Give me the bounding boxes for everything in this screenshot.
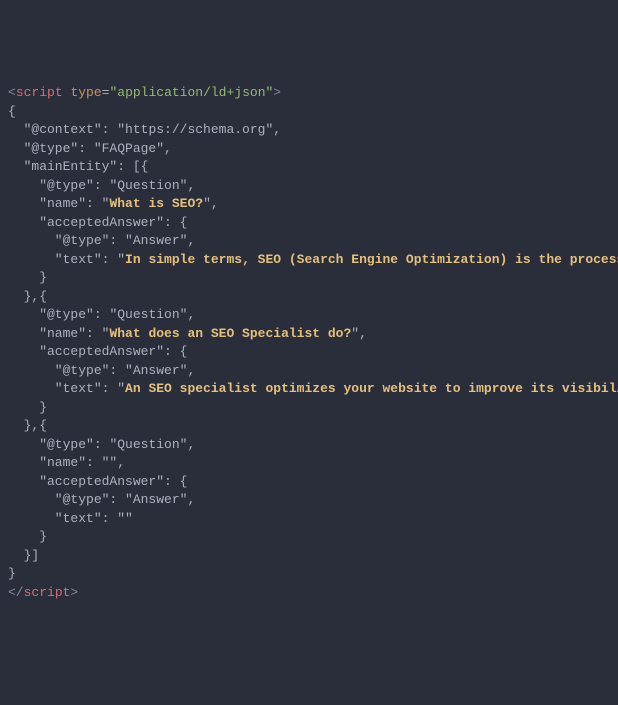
- open-angle: <: [8, 85, 16, 100]
- json-key: "name": [8, 455, 86, 470]
- json-key: "name": [8, 326, 86, 341]
- tag-name: script: [24, 585, 71, 600]
- code-line: }: [8, 529, 47, 544]
- json-key: "@type": [8, 307, 94, 322]
- json-key: "@type": [8, 363, 109, 378]
- code-line: },{: [8, 289, 47, 304]
- json-key: "@type": [8, 141, 78, 156]
- json-key: "acceptedAnswer": [8, 344, 164, 359]
- json-value: "Question": [109, 178, 187, 193]
- highlighted-text: What is SEO?: [109, 196, 203, 211]
- code-line: {: [8, 104, 16, 119]
- json-value: "": [102, 455, 118, 470]
- highlighted-text: What does an SEO Specialist do?: [109, 326, 351, 341]
- json-key: "text": [8, 252, 102, 267]
- json-value: "https://schema.org": [117, 122, 273, 137]
- json-key: "@type": [8, 437, 94, 452]
- attr-name: type: [70, 85, 101, 100]
- json-key: "acceptedAnswer": [8, 474, 164, 489]
- attr-value: "application/ld+json": [109, 85, 273, 100]
- json-key: "text": [8, 511, 102, 526]
- code-line: }: [8, 566, 16, 581]
- json-value: "Answer": [125, 233, 187, 248]
- json-value: "Question": [109, 307, 187, 322]
- json-key: "name": [8, 196, 86, 211]
- json-key: "text": [8, 381, 102, 396]
- code-line: }: [8, 400, 47, 415]
- close-open-angle: </: [8, 585, 24, 600]
- tag-name: script: [16, 85, 63, 100]
- close-angle: >: [273, 85, 281, 100]
- code-block: <script type="application/ld+json"> { "@…: [8, 84, 610, 602]
- json-value: "": [117, 511, 133, 526]
- json-value: "FAQPage": [94, 141, 164, 156]
- json-value: "Answer": [125, 492, 187, 507]
- json-value: "Answer": [125, 363, 187, 378]
- code-line: }]: [8, 548, 39, 563]
- code-line: }: [8, 270, 47, 285]
- json-key: "@type": [8, 233, 109, 248]
- json-key: "@type": [8, 178, 94, 193]
- json-key: "mainEntity": [8, 159, 117, 174]
- highlighted-text: An SEO specialist optimizes your website…: [125, 381, 618, 396]
- json-key: "@context": [8, 122, 102, 137]
- json-key: "acceptedAnswer": [8, 215, 164, 230]
- highlighted-text: In simple terms, SEO (Search Engine Opti…: [125, 252, 618, 267]
- json-value: "Question": [109, 437, 187, 452]
- json-key: "@type": [8, 492, 109, 507]
- code-line: },{: [8, 418, 47, 433]
- close-angle: >: [70, 585, 78, 600]
